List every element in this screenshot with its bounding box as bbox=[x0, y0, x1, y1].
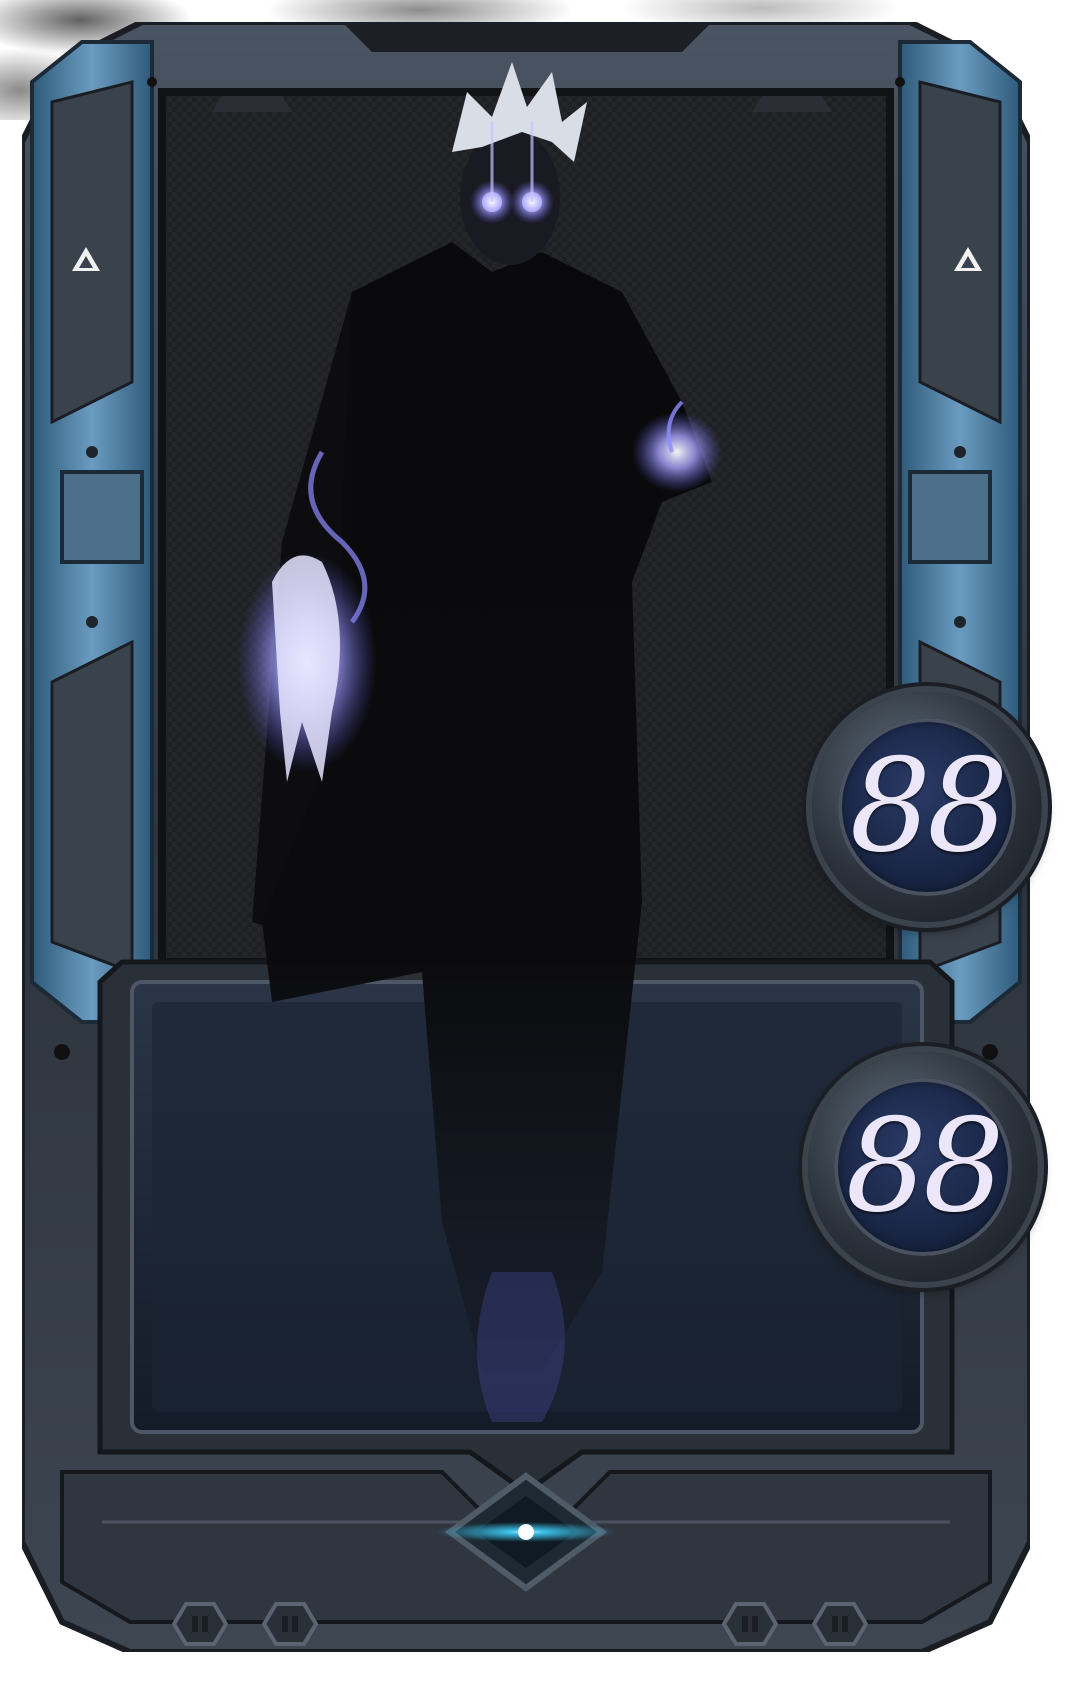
hex-slot-icon bbox=[262, 1602, 318, 1646]
hex-slot-icon bbox=[812, 1602, 868, 1646]
diamond-gem-icon bbox=[436, 1472, 616, 1592]
rank-triangle-icon-right bbox=[954, 247, 982, 271]
game-card[interactable]: 88 88 bbox=[22, 22, 1042, 1652]
health-stat-core: 88 bbox=[834, 1078, 1012, 1256]
attack-stat-core: 88 bbox=[838, 718, 1016, 896]
health-value: 88 bbox=[845, 1092, 1005, 1241]
attack-value: 88 bbox=[849, 732, 1009, 881]
hex-slot-icon bbox=[172, 1602, 228, 1646]
attack-stat-badge: 88 bbox=[812, 692, 1042, 922]
hex-slot-icon bbox=[722, 1602, 778, 1646]
rank-triangle-icon-left bbox=[72, 247, 100, 271]
health-stat-badge: 88 bbox=[808, 1052, 1038, 1282]
